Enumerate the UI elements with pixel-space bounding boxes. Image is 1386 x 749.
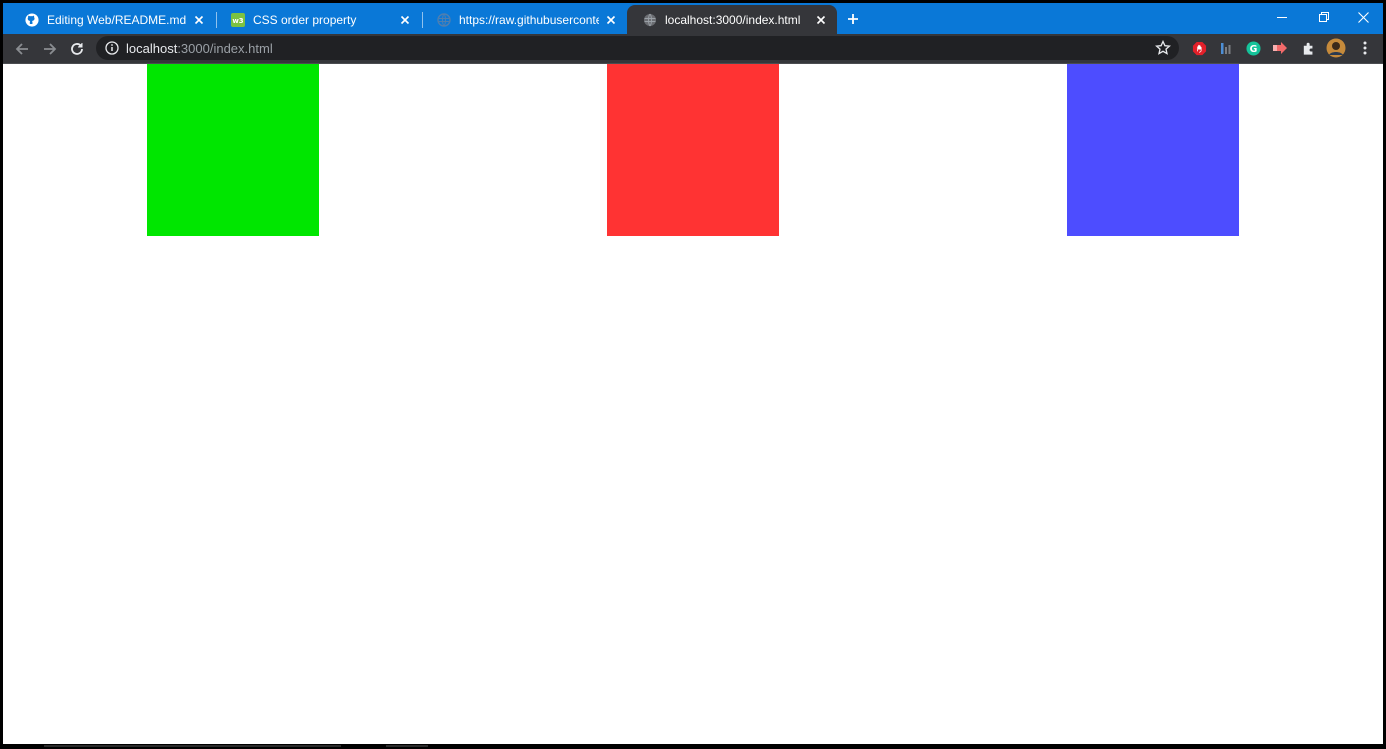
plus-icon — [848, 14, 858, 24]
close-window-button[interactable] — [1343, 3, 1383, 31]
restore-icon — [1319, 12, 1329, 22]
tab-title: Editing Web/README.md at main — [47, 12, 187, 27]
info-icon[interactable] — [105, 41, 119, 55]
tab-localhost[interactable]: localhost:3000/index.html — [627, 5, 837, 34]
address-bar[interactable]: localhost:3000/index.html — [96, 36, 1179, 60]
minimize-icon — [1277, 17, 1287, 18]
tab-strip: Editing Web/README.md at main w3 CSS ord… — [3, 3, 1383, 34]
red-box — [607, 64, 779, 236]
close-tab-icon[interactable] — [191, 12, 207, 28]
back-button[interactable] — [11, 38, 33, 60]
avatar[interactable] — [1326, 38, 1346, 58]
extension-bars-icon[interactable] — [1218, 40, 1234, 56]
github-icon — [25, 12, 39, 27]
new-tab-button[interactable] — [843, 9, 863, 29]
svg-text:w3: w3 — [232, 17, 243, 25]
star-icon[interactable] — [1155, 40, 1171, 56]
globe-icon — [643, 13, 657, 27]
url-text: localhost:3000/index.html — [126, 41, 273, 56]
browser-window: Editing Web/README.md at main w3 CSS ord… — [3, 3, 1383, 744]
w3schools-icon: w3 — [231, 12, 245, 27]
minimize-button[interactable] — [1262, 3, 1302, 31]
close-tab-icon[interactable] — [813, 12, 829, 28]
reload-button[interactable] — [66, 38, 88, 60]
kebab-menu-icon — [1363, 41, 1367, 55]
arrow-left-icon — [15, 43, 28, 55]
green-box — [147, 64, 319, 236]
forward-button[interactable] — [39, 38, 61, 60]
url-path: :3000/index.html — [177, 41, 273, 56]
svg-text:G: G — [1249, 43, 1257, 54]
blue-box — [1067, 64, 1239, 236]
url-host: localhost — [126, 41, 178, 56]
taskbar-segment — [386, 745, 428, 747]
globe-icon — [437, 12, 451, 27]
tab-raw-github[interactable]: https://raw.githubusercontent.com — [421, 5, 627, 34]
reload-icon — [71, 43, 83, 55]
tab-title: localhost:3000/index.html — [665, 12, 801, 27]
puzzle-icon[interactable] — [1300, 40, 1316, 56]
taskbar-segment — [44, 745, 341, 747]
browser-toolbar: localhost:3000/index.html G — [3, 34, 1383, 63]
extension-arrow-icon[interactable] — [1272, 40, 1288, 56]
tab-title: https://raw.githubusercontent.com — [459, 12, 599, 27]
restore-button[interactable] — [1304, 3, 1344, 31]
arrow-right-icon — [44, 43, 57, 55]
close-tab-icon[interactable] — [603, 12, 619, 28]
browser-menu-button[interactable] — [1357, 40, 1373, 56]
adblock-icon[interactable] — [1191, 40, 1207, 56]
tab-css-order[interactable]: w3 CSS order property — [215, 5, 421, 34]
page-content — [3, 64, 1383, 744]
taskbar-edge — [0, 744, 1386, 749]
tab-github[interactable]: Editing Web/README.md at main — [9, 5, 215, 34]
grammarly-icon[interactable]: G — [1245, 40, 1261, 56]
close-icon — [1357, 11, 1369, 23]
close-tab-icon[interactable] — [397, 12, 413, 28]
tab-title: CSS order property — [253, 12, 357, 27]
